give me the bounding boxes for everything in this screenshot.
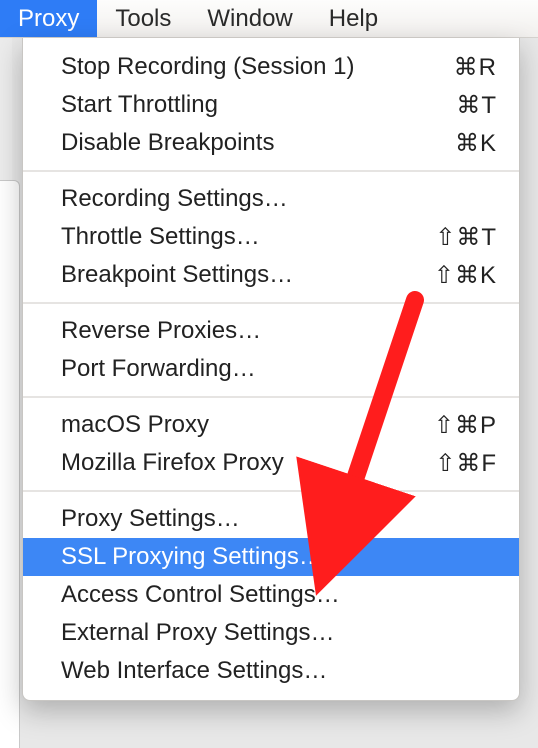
menu-separator <box>23 170 519 172</box>
menu-item-web-interface-settings[interactable]: Web Interface Settings… <box>23 652 519 690</box>
menu-label: Throttle Settings… <box>61 223 435 251</box>
menu-item-firefox-proxy[interactable]: Mozilla Firefox Proxy ⇧⌘F <box>23 444 519 482</box>
menu-label: Port Forwarding… <box>61 355 497 383</box>
menu-label: Access Control Settings… <box>61 581 497 609</box>
menu-item-port-forwarding[interactable]: Port Forwarding… <box>23 350 519 388</box>
menu-item-stop-recording[interactable]: Stop Recording (Session 1) ⌘R <box>23 48 519 86</box>
menu-item-access-control-settings[interactable]: Access Control Settings… <box>23 576 519 614</box>
menu-label: Reverse Proxies… <box>61 317 497 345</box>
menu-item-recording-settings[interactable]: Recording Settings… <box>23 180 519 218</box>
menu-item-start-throttling[interactable]: Start Throttling ⌘T <box>23 86 519 124</box>
menu-shortcut: ⇧⌘P <box>434 411 497 440</box>
menu-label: Stop Recording (Session 1) <box>61 53 454 81</box>
dropdown-menu-proxy: Stop Recording (Session 1) ⌘R Start Thro… <box>22 38 520 701</box>
menu-separator <box>23 396 519 398</box>
menubar-item-tools[interactable]: Tools <box>97 0 189 37</box>
menu-shortcut: ⇧⌘T <box>435 223 497 252</box>
menu-item-disable-breakpoints[interactable]: Disable Breakpoints ⌘K <box>23 124 519 162</box>
menubar-item-window[interactable]: Window <box>189 0 310 37</box>
menu-item-ssl-proxying-settings[interactable]: SSL Proxying Settings… <box>23 538 519 576</box>
menubar-item-proxy[interactable]: Proxy <box>0 0 97 37</box>
menu-shortcut: ⌘K <box>455 129 497 158</box>
menubar-label: Window <box>207 5 292 33</box>
menu-item-breakpoint-settings[interactable]: Breakpoint Settings… ⇧⌘K <box>23 256 519 294</box>
menu-item-throttle-settings[interactable]: Throttle Settings… ⇧⌘T <box>23 218 519 256</box>
menu-shortcut: ⌘T <box>456 91 497 120</box>
menu-item-proxy-settings[interactable]: Proxy Settings… <box>23 500 519 538</box>
menu-label: macOS Proxy <box>61 411 434 439</box>
menu-label: Mozilla Firefox Proxy <box>61 449 435 477</box>
menu-item-macos-proxy[interactable]: macOS Proxy ⇧⌘P <box>23 406 519 444</box>
menu-label: Disable Breakpoints <box>61 129 455 157</box>
menu-label: Web Interface Settings… <box>61 657 497 685</box>
menu-label: Proxy Settings… <box>61 505 497 533</box>
menu-item-external-proxy-settings[interactable]: External Proxy Settings… <box>23 614 519 652</box>
menubar-item-help[interactable]: Help <box>311 0 396 37</box>
menu-shortcut: ⌘R <box>454 53 497 82</box>
menubar-label: Help <box>329 5 378 33</box>
menu-separator <box>23 302 519 304</box>
menu-separator <box>23 490 519 492</box>
menubar-label: Tools <box>115 5 171 33</box>
menu-label: Start Throttling <box>61 91 456 119</box>
menubar-label: Proxy <box>18 5 79 33</box>
background-window <box>0 180 20 748</box>
menu-item-reverse-proxies[interactable]: Reverse Proxies… <box>23 312 519 350</box>
menu-label: Breakpoint Settings… <box>61 261 434 289</box>
menubar: Proxy Tools Window Help <box>0 0 538 38</box>
menu-label: External Proxy Settings… <box>61 619 497 647</box>
menu-label: SSL Proxying Settings… <box>61 543 497 571</box>
menu-shortcut: ⇧⌘F <box>435 449 497 478</box>
menu-shortcut: ⇧⌘K <box>434 261 497 290</box>
menu-label: Recording Settings… <box>61 185 497 213</box>
